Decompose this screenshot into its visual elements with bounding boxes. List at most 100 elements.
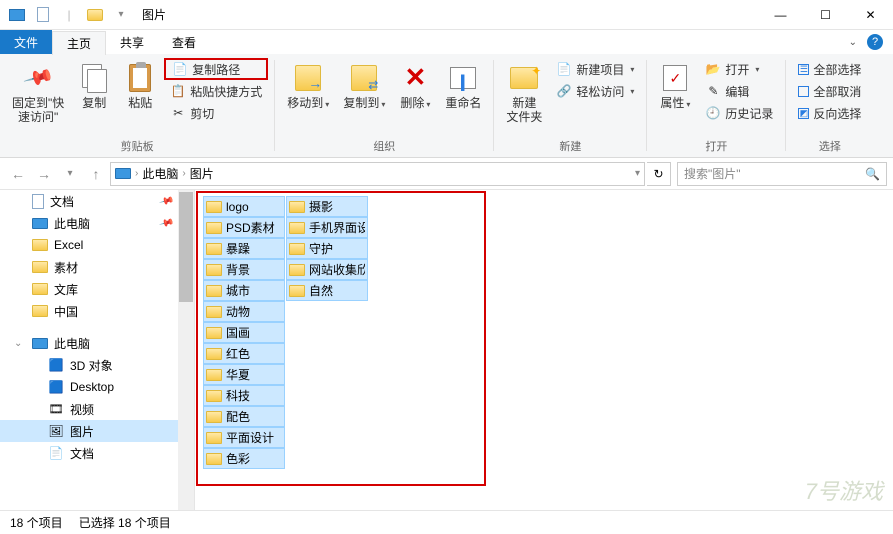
tab-file[interactable]: 文件 xyxy=(0,30,52,54)
group-label: 新建 xyxy=(559,138,581,155)
nav-item[interactable]: 文库 xyxy=(0,278,194,300)
file-list: logoPSD素材暴躁背景城市动物国画红色华夏科技配色平面设计色彩 摄影手机界面设… xyxy=(203,196,885,486)
easy-access-button[interactable]: 🔗 轻松访问▾ xyxy=(550,80,640,102)
recent-dropdown[interactable]: ▾ xyxy=(58,162,82,186)
nav-item[interactable]: 🎞视频 xyxy=(0,398,194,420)
folder-item[interactable]: 国画 xyxy=(203,322,285,343)
folder-item[interactable]: PSD素材 xyxy=(203,217,285,238)
folder-item[interactable]: 平面设计 xyxy=(203,427,285,448)
nav-item[interactable]: 中国 xyxy=(0,300,194,322)
folder-item[interactable]: 暴躁 xyxy=(203,238,285,259)
search-input[interactable]: 搜索"图片" 🔍 xyxy=(677,162,887,186)
nav-item-label: Desktop xyxy=(70,380,114,394)
folder-item[interactable]: 色彩 xyxy=(203,448,285,469)
edit-button[interactable]: ✎ 编辑 xyxy=(699,80,779,102)
folder-item[interactable]: 华夏 xyxy=(203,364,285,385)
folder-item[interactable]: logo xyxy=(203,196,285,217)
copy-path-button[interactable]: 📄 复制路径 xyxy=(164,58,268,80)
folder-item[interactable]: 城市 xyxy=(203,280,285,301)
copy-button[interactable]: 复制 xyxy=(72,58,116,112)
folder-icon xyxy=(206,432,222,444)
group-open: 属性▾ 📂 打开▾ ✎ 编辑 🕘 历史记录 打开 xyxy=(647,54,785,157)
new-item-button[interactable]: 📄 新建项目▾ xyxy=(550,58,640,80)
folder-label: 背景 xyxy=(226,261,250,278)
folder-item[interactable]: 手机界面设计 xyxy=(286,217,368,238)
chevron-right-icon[interactable]: › xyxy=(135,168,138,179)
address-dropdown-icon[interactable]: ▾ xyxy=(635,168,640,179)
pin-icon: 📌 xyxy=(158,193,174,209)
folder-item[interactable]: 网站收集欣赏 xyxy=(286,259,368,280)
maximize-button[interactable]: ☐ xyxy=(803,0,848,30)
nav-item[interactable]: 🟦3D 对象 xyxy=(0,354,194,376)
nav-item[interactable]: Excel xyxy=(0,234,194,256)
folder-icon xyxy=(206,390,222,402)
back-button[interactable]: ← xyxy=(6,162,30,186)
folder-item[interactable]: 守护 xyxy=(286,238,368,259)
new-folder-button[interactable]: 新建 文件夹 xyxy=(500,58,548,127)
qat-folder-icon[interactable] xyxy=(84,4,106,26)
folder-label: 配色 xyxy=(226,408,250,425)
open-button[interactable]: 📂 打开▾ xyxy=(699,58,779,80)
forward-button[interactable]: → xyxy=(32,162,56,186)
tab-view[interactable]: 查看 xyxy=(158,30,210,54)
chevron-right-icon[interactable]: › xyxy=(182,168,185,179)
select-none-button[interactable]: 全部取消 xyxy=(792,80,867,102)
rename-button[interactable]: 重命名 xyxy=(439,58,487,112)
folder-icon xyxy=(32,239,48,251)
invert-selection-button[interactable]: ◩ 反向选择 xyxy=(792,102,867,124)
address-bar[interactable]: › 此电脑 › 图片 ▾ xyxy=(110,162,645,186)
breadcrumb-root[interactable]: 此电脑 xyxy=(142,165,178,182)
folder-label: 红色 xyxy=(226,345,250,362)
select-all-icon: ☰ xyxy=(798,64,809,75)
copyto-icon xyxy=(351,65,377,91)
nav-item[interactable]: 🖼图片 xyxy=(0,420,194,442)
folder-item[interactable]: 红色 xyxy=(203,343,285,364)
history-button[interactable]: 🕘 历史记录 xyxy=(699,102,779,124)
folder-item[interactable]: 摄影 xyxy=(286,196,368,217)
nav-item-label: 此电脑 xyxy=(54,215,90,232)
nav-this-pc[interactable]: ⌄ 此电脑 xyxy=(0,332,194,354)
pin-to-quick-access-button[interactable]: 📌 固定到"快 速访问" xyxy=(6,58,70,127)
minimize-button[interactable]: — xyxy=(758,0,803,30)
pictures-icon: 🖼 xyxy=(48,423,64,439)
window-title: 图片 xyxy=(142,6,166,23)
folder-item[interactable]: 背景 xyxy=(203,259,285,280)
refresh-button[interactable]: ↻ xyxy=(647,162,671,186)
folder-item[interactable]: 动物 xyxy=(203,301,285,322)
qat-properties-icon[interactable] xyxy=(32,4,54,26)
file-pane[interactable]: logoPSD素材暴躁背景城市动物国画红色华夏科技配色平面设计色彩 摄影手机界面设… xyxy=(195,190,893,510)
nav-item[interactable]: 🟦Desktop xyxy=(0,376,194,398)
breadcrumb-current[interactable]: 图片 xyxy=(190,165,214,182)
qat-app-icon[interactable] xyxy=(6,4,28,26)
nav-scrollbar[interactable] xyxy=(178,190,194,510)
nav-item[interactable]: 此电脑📌 xyxy=(0,212,194,234)
copy-to-button[interactable]: 复制到▾ xyxy=(337,58,391,112)
tab-share[interactable]: 共享 xyxy=(106,30,158,54)
select-all-button[interactable]: ☰ 全部选择 xyxy=(792,58,867,80)
cut-button[interactable]: 剪切 xyxy=(164,102,268,124)
folder-label: 科技 xyxy=(226,387,250,404)
folder-item[interactable]: 科技 xyxy=(203,385,285,406)
scissors-icon xyxy=(170,105,186,121)
help-icon[interactable]: ? xyxy=(867,34,883,50)
folder-item[interactable]: 配色 xyxy=(203,406,285,427)
chevron-down-icon[interactable]: ⌄ xyxy=(14,338,22,349)
close-button[interactable]: ✕ xyxy=(848,0,893,30)
nav-item[interactable]: 📄文档 xyxy=(0,442,194,464)
tab-home[interactable]: 主页 xyxy=(52,31,106,55)
folder-label: 自然 xyxy=(309,282,333,299)
ribbon-collapse-icon[interactable]: ⌄ xyxy=(849,37,857,48)
qat-dropdown-icon[interactable]: ▾ xyxy=(110,4,132,26)
paste-shortcut-button[interactable]: 📋 粘贴快捷方式 xyxy=(164,80,268,102)
properties-button[interactable]: 属性▾ xyxy=(653,58,697,112)
nav-item[interactable]: 文档📌 xyxy=(0,190,194,212)
paste-button[interactable]: 粘贴 xyxy=(118,58,162,112)
up-button[interactable]: ↑ xyxy=(84,162,108,186)
history-icon: 🕘 xyxy=(705,105,721,121)
path-icon: 📄 xyxy=(172,61,188,77)
delete-button[interactable]: ✕ 删除▾ xyxy=(393,58,437,112)
folder-icon xyxy=(289,243,305,255)
folder-item[interactable]: 自然 xyxy=(286,280,368,301)
nav-item[interactable]: 素材 xyxy=(0,256,194,278)
move-to-button[interactable]: 移动到▾ xyxy=(281,58,335,112)
